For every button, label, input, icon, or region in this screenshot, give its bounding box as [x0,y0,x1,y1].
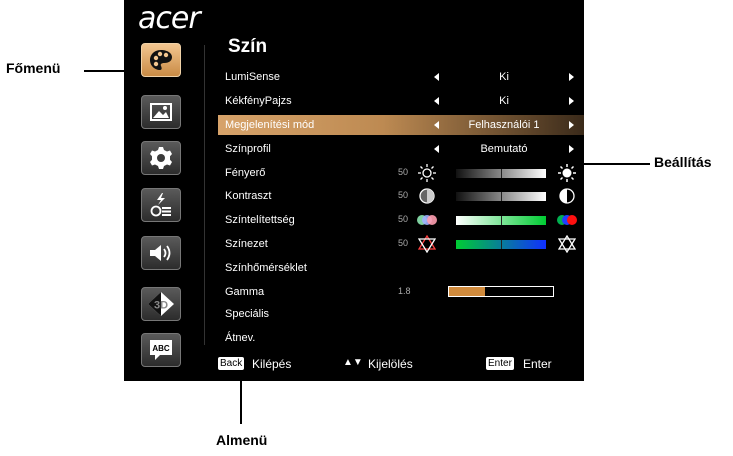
contrast-value: 50 [398,190,409,200]
sun-dim-icon [418,164,436,182]
3d-icon: 3D [148,292,174,316]
contrast-high-icon [559,188,575,204]
brightness-value: 50 [398,167,409,177]
left-arrow-icon[interactable] [434,73,439,81]
menu-row-hue[interactable]: Színezet 50 [218,234,584,254]
menu-row-display-mode[interactable]: Megjelenítési mód Felhasználói 1 [218,115,584,135]
right-arrow-icon[interactable] [569,73,574,81]
submenu-divider [204,45,205,345]
svg-text:3D: 3D [154,300,168,312]
sun-bright-icon [558,164,576,182]
row-value: Felhasználói 1 [468,119,540,131]
menu-row-color-profile[interactable]: Színprofil Bemutató [218,139,584,159]
row-label: Színtelítettség [225,214,295,226]
gamma-bar[interactable] [448,286,554,297]
saturation-high-icon [557,215,577,225]
row-label: Színprofil [225,143,271,155]
language-icon: ABC [150,340,172,360]
menu-row-saturation[interactable]: Színtelítettség 50 [218,210,584,230]
palette-icon [150,50,172,70]
row-label: Fényerő [225,167,266,179]
row-label: Színezet [225,238,268,250]
contrast-low-icon [419,188,435,204]
svg-text:ABC: ABC [152,344,170,353]
menu-row-contrast[interactable]: Kontraszt 50 [218,186,584,206]
gamma-value: 1.8 [398,286,411,296]
saturation-slider[interactable] [456,216,546,225]
contrast-slider[interactable] [456,192,546,201]
sidebar-image-tab[interactable] [141,95,181,129]
select-label: Kijelölés [368,357,413,371]
sidebar-color-tab[interactable] [141,43,181,77]
left-arrow-icon[interactable] [434,145,439,153]
row-value: Ki [499,95,509,107]
submenu-callout: Almenü [216,432,268,448]
brightness-slider[interactable] [456,169,546,178]
menu-row-advanced[interactable]: Speciális [218,304,584,324]
footer-bar: Back Kilépés ▲▼ Kijelölés Enter Enter [218,356,584,374]
acer-logo: acer [138,1,201,36]
gamma-bar-fill [449,287,486,296]
row-label: KékfényPajzs [225,95,292,107]
menu-row-brightness[interactable]: Fényerő 50 [218,163,584,183]
back-label: Kilépés [252,357,292,371]
row-label: LumiSense [225,71,281,83]
right-arrow-icon[interactable] [569,145,574,153]
osd-screen: acer 3D ABC Szín LumiSense Ki KékfényPaj… [124,0,584,381]
image-icon [150,103,172,121]
setting-leader-line [580,163,650,165]
row-label: Gamma [225,286,265,298]
row-label: Színhőmérséklet [225,262,307,274]
left-arrow-icon[interactable] [434,97,439,105]
sidebar-settings-tab[interactable] [141,141,181,175]
gear-icon [150,147,172,169]
row-label: Megjelenítési mód [225,119,315,131]
saturation-value: 50 [398,214,409,224]
sidebar-audio-tab[interactable] [141,236,181,270]
saturation-low-icon [417,215,437,225]
hue-left-icon [418,235,436,253]
row-label: Kontraszt [225,190,272,202]
main-menu-callout: Főmenü [6,60,61,76]
menu-row-rename[interactable]: Átnev. [218,328,584,348]
menu-row-lumisense[interactable]: LumiSense Ki [218,67,584,87]
speaker-icon [150,245,171,261]
enter-key[interactable]: Enter [486,357,514,370]
menu-row-blue-light-shield[interactable]: KékfényPajzs Ki [218,91,584,111]
left-arrow-icon[interactable] [434,121,439,129]
up-down-arrows-icon: ▲▼ [343,357,363,368]
sidebar-3d-tab[interactable]: 3D [141,287,181,321]
setting-callout: Beállítás [654,154,712,170]
menu-row-gamma[interactable]: Gamma 1.8 [218,282,584,302]
menu-title: Szín [228,36,268,57]
menu-row-color-temperature[interactable]: Színhőmérséklet [218,258,584,278]
hue-value: 50 [398,238,409,248]
hue-slider[interactable] [456,240,546,249]
power-management-icon [150,193,171,217]
row-label: Speciális [225,308,270,320]
back-key[interactable]: Back [218,357,245,370]
right-arrow-icon[interactable] [569,97,574,105]
row-value: Bemutató [480,143,528,155]
enter-label: Enter [523,357,552,371]
row-value: Ki [499,71,509,83]
right-arrow-icon[interactable] [569,121,574,129]
row-label: Átnev. [225,332,256,344]
sidebar-language-tab[interactable]: ABC [141,333,181,367]
sidebar-power-tab[interactable] [141,188,181,222]
hue-right-icon [558,235,576,253]
